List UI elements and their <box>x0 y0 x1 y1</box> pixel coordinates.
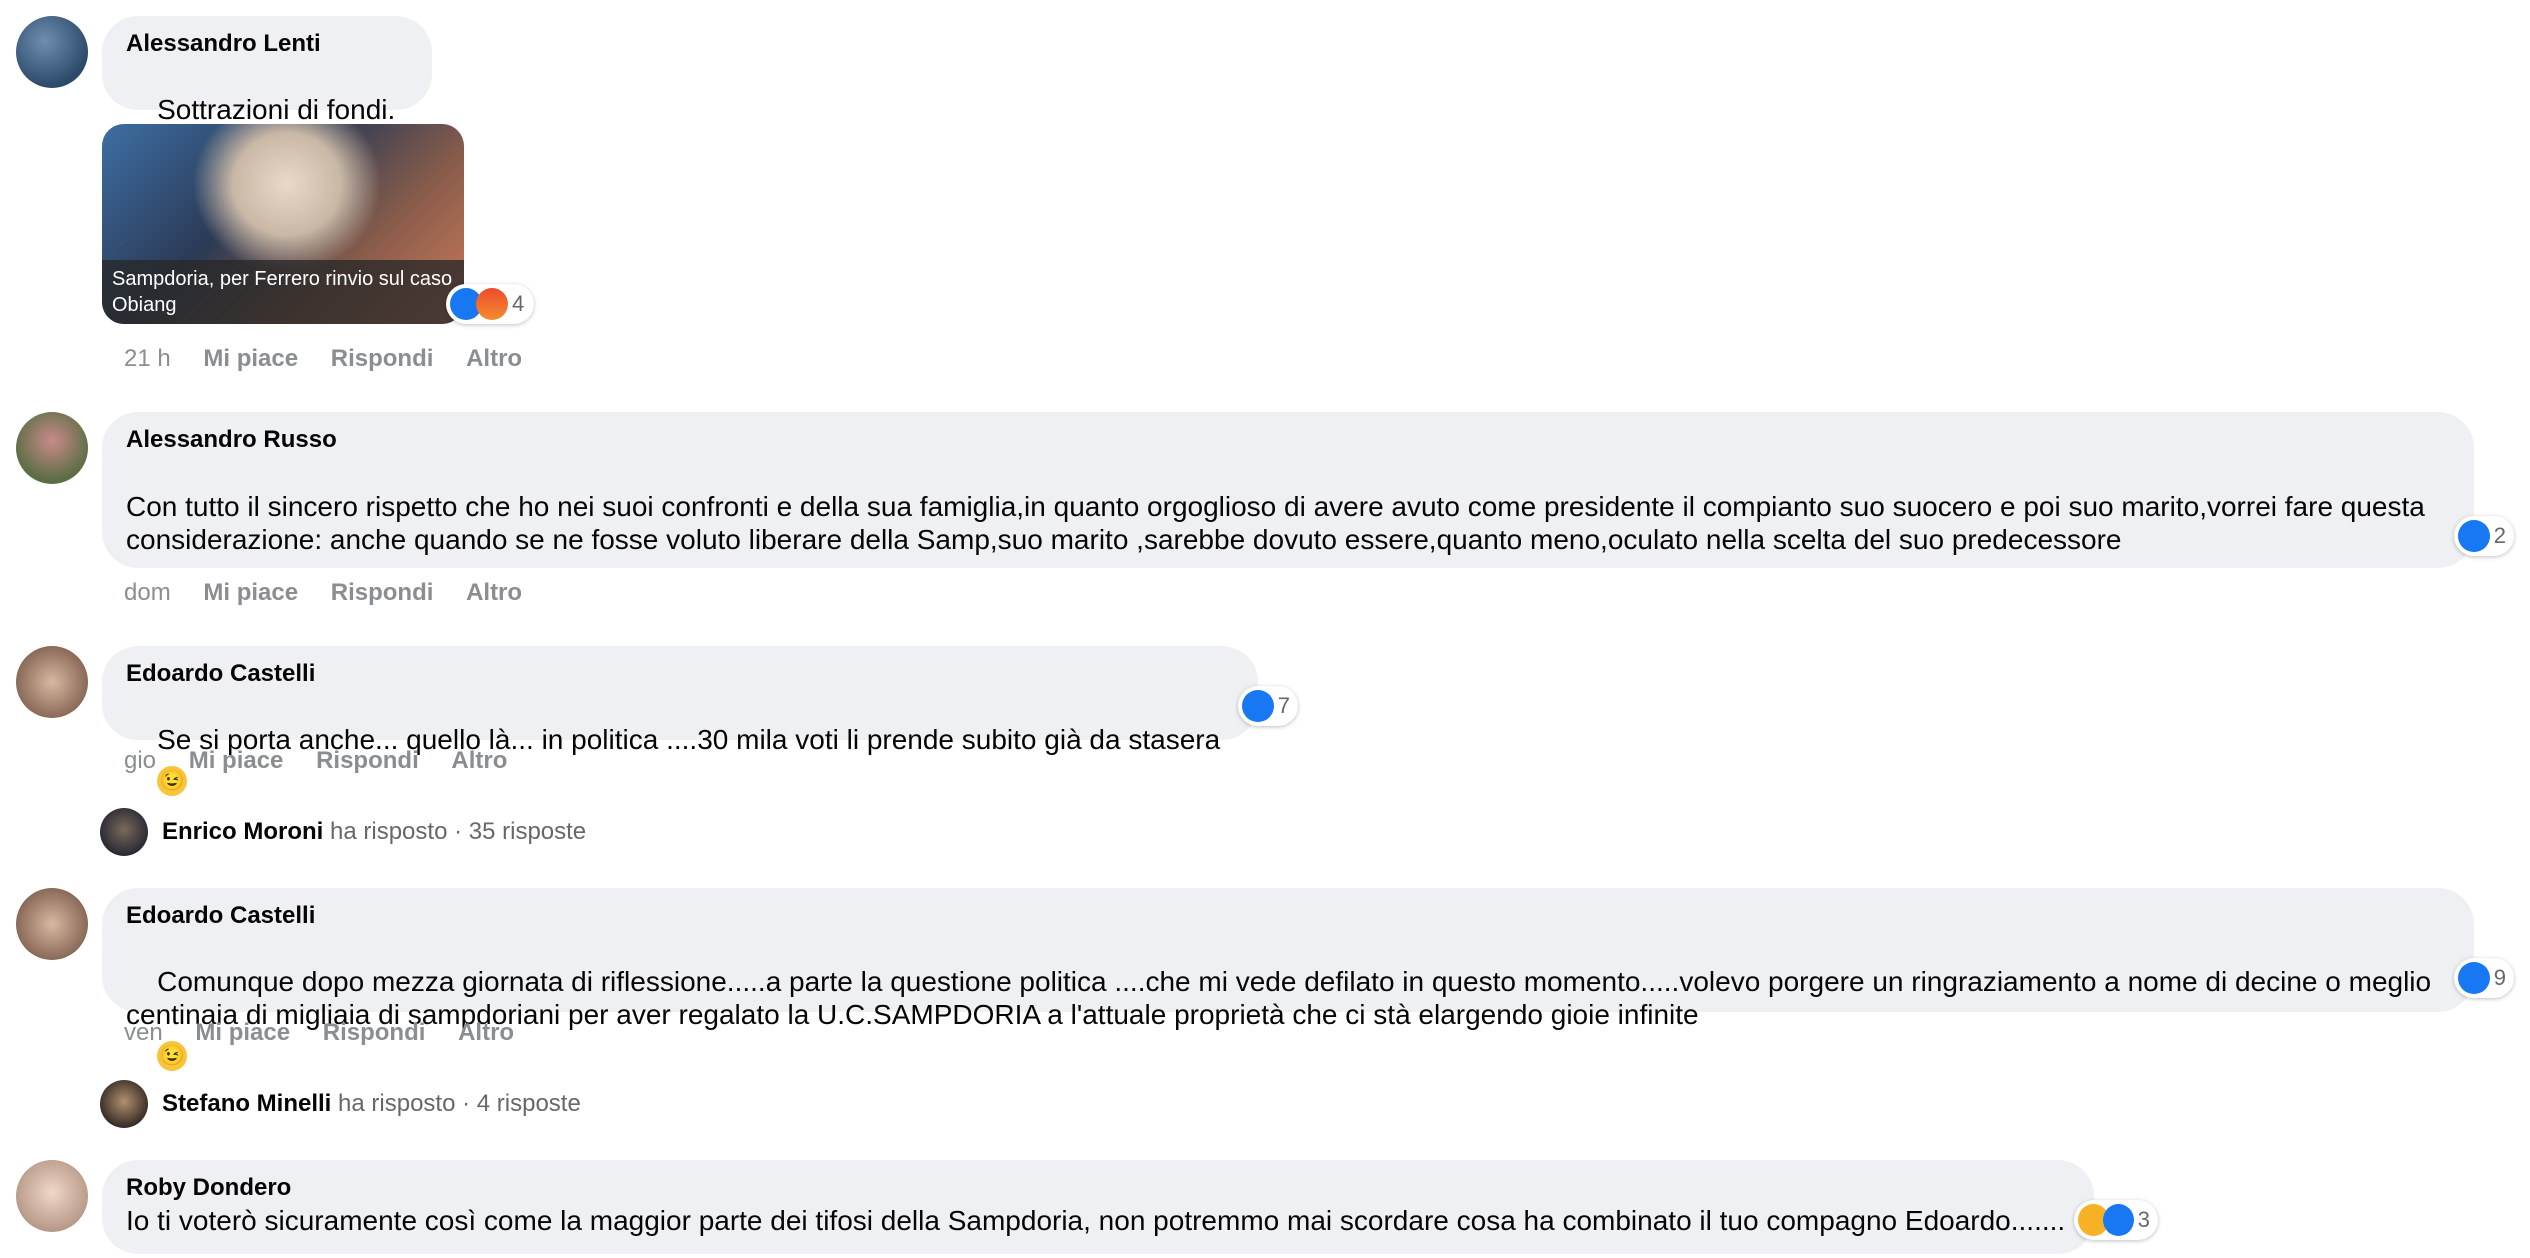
comment-timestamp[interactable]: gio <box>124 747 156 774</box>
more-button[interactable]: Altro <box>458 1019 514 1046</box>
link-preview-card[interactable]: Sampdoria, per Ferrero rinvio sul caso O… <box>102 124 464 324</box>
comment-text: Con tutto il sincero rispetto che ho nei… <box>126 491 2433 555</box>
replies-link[interactable]: Stefano Minelli ha risposto · 4 risposte <box>162 1089 581 1119</box>
angry-icon <box>476 288 508 320</box>
avatar[interactable] <box>16 412 88 484</box>
reaction-count: 4 <box>512 291 525 316</box>
reply-author: Enrico Moroni <box>162 818 324 845</box>
reaction-summary[interactable]: 7 <box>1238 686 1298 726</box>
like-icon <box>1242 690 1274 722</box>
like-button[interactable]: Mi piace <box>189 747 284 774</box>
reaction-summary[interactable]: 4 <box>446 284 534 324</box>
avatar[interactable] <box>16 888 88 960</box>
like-button[interactable]: Mi piace <box>195 1019 290 1046</box>
reaction-count: 7 <box>1277 693 1290 718</box>
reply-button[interactable]: Rispondi <box>323 1019 426 1046</box>
avatar[interactable] <box>16 1160 88 1232</box>
comment-bubble: Alessandro Russo Con tutto il sincero ri… <box>102 412 2474 568</box>
like-button[interactable]: Mi piace <box>203 579 298 606</box>
link-preview-title: Sampdoria, per Ferrero rinvio sul caso O… <box>102 260 464 324</box>
reply-button[interactable]: Rispondi <box>331 345 434 372</box>
comment-bubble: Roby Dondero Io ti voterò sicuramente co… <box>102 1160 2094 1254</box>
comment-text: Sottrazioni di fondi. <box>157 94 396 125</box>
comment-author[interactable]: Edoardo Castelli <box>126 900 2450 932</box>
reply-count: · 35 risposte <box>454 818 587 845</box>
comment-author[interactable]: Roby Dondero <box>126 1172 2070 1204</box>
comment-author[interactable]: Alessandro Lenti <box>126 28 408 60</box>
like-icon <box>2458 520 2490 552</box>
comment-author[interactable]: Alessandro Russo <box>126 424 2450 456</box>
reply-count: · 4 risposte <box>462 1090 581 1117</box>
comment-author[interactable]: Edoardo Castelli <box>126 658 1234 690</box>
comment-timestamp[interactable]: ven <box>124 1019 163 1046</box>
reply-button[interactable]: Rispondi <box>316 747 419 774</box>
comment-actions: gio Mi piace Rispondi Altro <box>124 746 533 776</box>
reply-author: Stefano Minelli <box>162 1090 332 1117</box>
reaction-summary[interactable]: 2 <box>2454 516 2514 556</box>
reaction-count: 2 <box>2493 523 2506 548</box>
comment-bubble: Edoardo Castelli Se si porta anche... qu… <box>102 646 1258 796</box>
comment-timestamp[interactable]: dom <box>124 579 171 606</box>
comment-actions: 21 h Mi piace Rispondi Altro <box>124 344 548 374</box>
comment-bubble: Alessandro Lenti Sottrazioni di fondi. 👏 <box>102 16 432 166</box>
reply-verb: ha risposto <box>338 1090 456 1117</box>
more-button[interactable]: Altro <box>466 345 522 372</box>
comment-actions: ven Mi piace Rispondi Altro <box>124 1018 540 1048</box>
comment-bubble: Edoardo Castelli Comunque dopo mezza gio… <box>102 888 2474 1071</box>
link-preview-image <box>192 124 382 274</box>
reply-avatar[interactable] <box>100 808 148 856</box>
reply-button[interactable]: Rispondi <box>331 579 434 606</box>
reply-avatar[interactable] <box>100 1080 148 1128</box>
replies-link[interactable]: Enrico Moroni ha risposto · 35 risposte <box>162 817 586 847</box>
reaction-count: 9 <box>2493 965 2506 990</box>
comment-actions: dom Mi piace Rispondi Altro <box>124 578 548 608</box>
avatar[interactable] <box>16 646 88 718</box>
reply-verb: ha risposto <box>330 818 448 845</box>
more-button[interactable]: Altro <box>451 747 507 774</box>
more-button[interactable]: Altro <box>466 579 522 606</box>
like-icon <box>2458 962 2490 994</box>
comment-text: Io ti voterò sicuramente così come la ma… <box>126 1205 2066 1236</box>
avatar[interactable] <box>16 16 88 88</box>
like-button[interactable]: Mi piace <box>203 345 298 372</box>
reaction-summary[interactable]: 9 <box>2454 958 2514 998</box>
reaction-count: 3 <box>2137 1207 2150 1232</box>
like-icon <box>2102 1204 2134 1236</box>
reaction-summary[interactable]: 3 <box>2074 1200 2158 1240</box>
comment-timestamp[interactable]: 21 h <box>124 345 171 372</box>
